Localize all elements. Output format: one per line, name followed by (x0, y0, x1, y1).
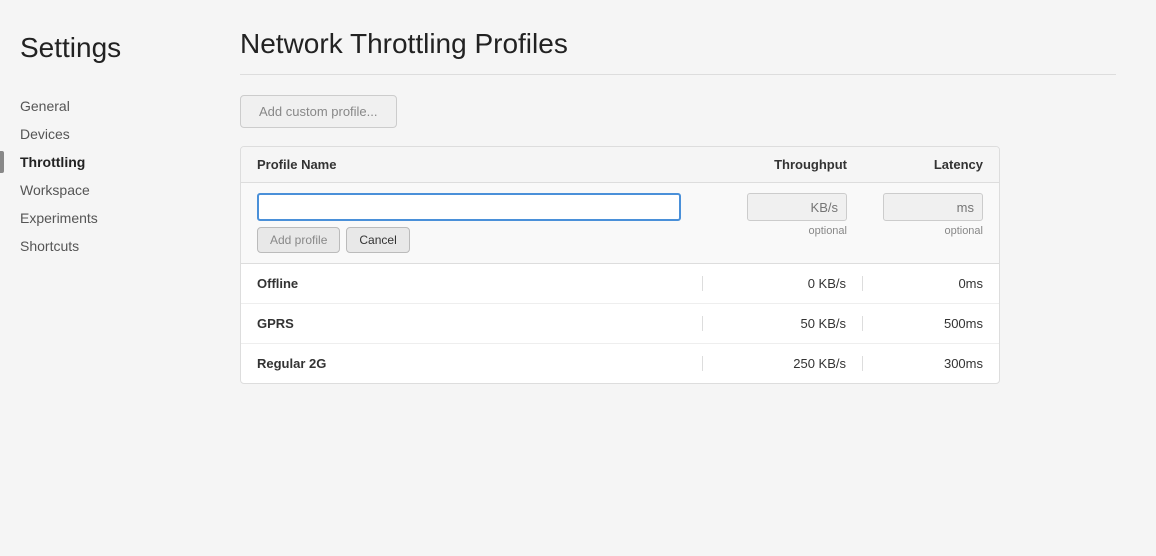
col-header-profile-name: Profile Name (257, 157, 703, 172)
table-header: Profile Name Throughput Latency (241, 147, 999, 183)
main-content: Network Throttling Profiles Add custom p… (200, 0, 1156, 556)
row-regular2g-throughput: 250 KB/s (703, 356, 863, 371)
sidebar: Settings General Devices Throttling Work… (0, 0, 200, 556)
table-row: GPRS 50 KB/s 500ms (241, 304, 999, 344)
add-profile-input-row: Add profile Cancel optional optional (241, 183, 999, 264)
row-gprs-name: GPRS (257, 316, 703, 331)
row-regular2g-name: Regular 2G (257, 356, 703, 371)
latency-input-wrap: optional (863, 193, 983, 237)
throughput-optional-label: optional (808, 225, 847, 237)
col-header-throughput: Throughput (703, 157, 863, 172)
sidebar-item-general[interactable]: General (20, 92, 200, 120)
profile-table: Profile Name Throughput Latency Add prof… (240, 146, 1000, 384)
profile-name-input-wrap: Add profile Cancel (257, 193, 703, 253)
sidebar-item-shortcuts[interactable]: Shortcuts (20, 232, 200, 260)
row-gprs-latency: 500ms (863, 316, 983, 331)
sidebar-item-workspace[interactable]: Workspace (20, 176, 200, 204)
divider (240, 74, 1116, 75)
row-gprs-throughput: 50 KB/s (703, 316, 863, 331)
settings-title: Settings (20, 32, 200, 64)
cancel-button[interactable]: Cancel (346, 227, 409, 253)
table-row: Offline 0 KB/s 0ms (241, 264, 999, 304)
row-offline-name: Offline (257, 276, 703, 291)
sidebar-nav: General Devices Throttling Workspace Exp… (20, 92, 200, 260)
page-title: Network Throttling Profiles (240, 28, 1116, 60)
latency-optional-label: optional (944, 225, 983, 237)
add-profile-button[interactable]: Add profile (257, 227, 340, 253)
row-offline-latency: 0ms (863, 276, 983, 291)
throughput-input[interactable] (747, 193, 847, 221)
add-custom-profile-button[interactable]: Add custom profile... (240, 95, 397, 128)
table-row: Regular 2G 250 KB/s 300ms (241, 344, 999, 383)
throughput-input-wrap: optional (703, 193, 863, 237)
sidebar-item-devices[interactable]: Devices (20, 120, 200, 148)
input-actions: Add profile Cancel (257, 227, 703, 253)
row-offline-throughput: 0 KB/s (703, 276, 863, 291)
row-regular2g-latency: 300ms (863, 356, 983, 371)
sidebar-item-throttling[interactable]: Throttling (20, 148, 200, 176)
sidebar-item-experiments[interactable]: Experiments (20, 204, 200, 232)
profile-name-input[interactable] (257, 193, 681, 221)
latency-input[interactable] (883, 193, 983, 221)
col-header-latency: Latency (863, 157, 983, 172)
